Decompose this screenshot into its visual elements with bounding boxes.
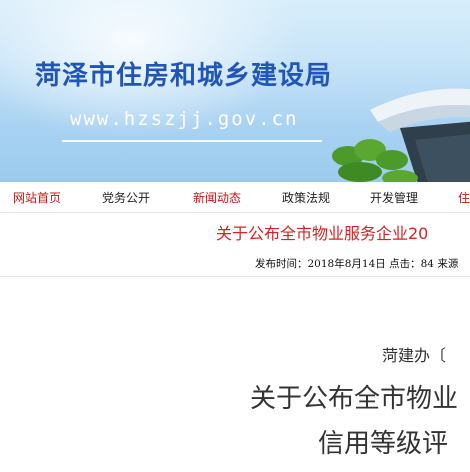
article-meta: 发布时间：2018年8月14日 点击：84 来源 [255,256,458,271]
publish-date: 2018年8月14日 [307,258,386,270]
header-divider [0,276,470,277]
site-title: 菏泽市住房和城乡建设局 [35,61,333,91]
building-illustration [332,88,470,182]
nav-item-news[interactable]: 新闻动态 [193,189,241,206]
clicks-count: 84 [420,258,434,270]
site-banner: 菏泽市住房和城乡建设局 www.hzszjj.gov.cn [0,0,470,182]
nav-item-policy[interactable]: 政策法规 [282,189,330,206]
nav-item-party-affairs[interactable]: 党务公开 [102,189,150,206]
document-title-line2: 信用等级评 [318,429,449,459]
nav-item-housing[interactable]: 住 [458,189,470,206]
article-headline: 关于公布全市物业服务企业20 [216,224,429,243]
document-number: 菏建办〔 [382,346,447,365]
source-label: 来源 [437,258,459,270]
site-url: www.hzszjj.gov.cn [70,108,299,130]
url-underline [62,140,322,142]
clicks-label: 点击： [389,258,421,270]
document-title-line1: 关于公布全市物业 [250,384,459,414]
publish-label: 发布时间： [255,258,308,270]
nav-item-development[interactable]: 开发管理 [370,189,418,206]
main-nav: 网站首页 党务公开 新闻动态 政策法规 开发管理 住 [0,182,470,213]
nav-item-home[interactable]: 网站首页 [13,189,61,206]
